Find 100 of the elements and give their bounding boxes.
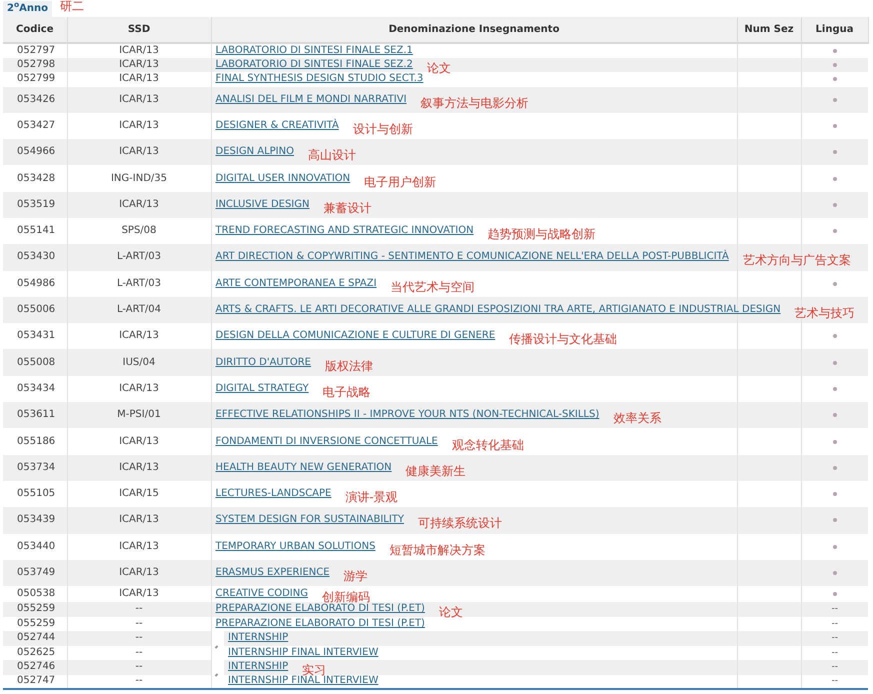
ssd-code: -- xyxy=(135,675,143,686)
course-link[interactable]: PREPARAZIONE ELABORATO DI TESI (P.ET) xyxy=(216,618,425,629)
course-link[interactable]: FONDAMENTI DI INVERSIONE CONCETTUALE xyxy=(216,436,438,446)
column-header: Denominazione Insegnamento xyxy=(388,24,560,34)
ssd-code: -- xyxy=(135,646,143,658)
ssd-code: ICAR/13 xyxy=(119,44,159,56)
ssd-code: ICAR/13 xyxy=(119,462,159,473)
ssd-code: -- xyxy=(135,632,143,644)
ssd-code: SPS/08 xyxy=(122,225,156,236)
annotation: 艺术方向与广告文案 xyxy=(742,255,851,268)
course-link[interactable]: LECTURES-LANDSCAPE xyxy=(216,488,332,500)
ssd-code: ING-IND/35 xyxy=(110,172,167,184)
course-code: 052625 xyxy=(17,646,56,658)
ssd-code: ICAR/13 xyxy=(119,566,159,578)
ssd-code: ICAR/13 xyxy=(119,382,159,394)
course-link[interactable]: DIGITAL STRATEGY xyxy=(216,382,309,394)
annotation: 高山设计 xyxy=(308,150,356,162)
course-code: 052744 xyxy=(17,632,56,644)
annotation: 效率关系 xyxy=(613,413,662,426)
course-link[interactable]: ARTS & CRAFTS. LE ARTI DECORATIVE ALLE GRANDI ESPOSIZIONI TRA ARTE, ARTIGIANATO E INDUSTRIAL DESIGN xyxy=(216,304,781,316)
course-link[interactable]: INTERNSHIP FINAL INTERVIEW xyxy=(228,675,378,686)
annotation: 游学 xyxy=(344,570,368,583)
course-link[interactable]: DIGITAL USER INNOVATION xyxy=(216,172,350,184)
course-link[interactable]: INCLUSIVE DESIGN xyxy=(216,198,310,210)
ssd-code: IUS/04 xyxy=(122,356,156,368)
annotation: 演讲-景观 xyxy=(345,492,398,504)
course-link[interactable]: SYSTEM DESIGN FOR SUSTAINABILITY xyxy=(216,514,404,526)
course-link[interactable]: LABORATORIO DI SINTESI FINALE SEZ.2 xyxy=(216,58,413,70)
course-link[interactable]: DIRITTO D'AUTORE xyxy=(216,356,311,368)
course-code: 053427 xyxy=(17,120,56,131)
course-link[interactable]: LABORATORIO DI SINTESI FINALE SEZ.1 xyxy=(216,44,413,56)
course-link[interactable]: CREATIVE CODING xyxy=(216,588,308,600)
course-link[interactable]: TREND FORECASTING AND STRATEGIC INNOVATION xyxy=(216,225,474,236)
annotation: 电子用户创新 xyxy=(364,176,436,189)
course-code: 055008 xyxy=(17,356,56,368)
ssd-code: ICAR/13 xyxy=(119,514,159,526)
course-code: 054966 xyxy=(17,146,56,158)
course-code: 053734 xyxy=(17,462,56,473)
course-code: 052798 xyxy=(17,58,56,70)
course-link[interactable]: ART DIRECTION & COPYWRITING - SENTIMENTO E COMUNICAZIONE NELL'ERA DELLA POST-PUBBLICITÀ xyxy=(216,251,729,262)
ssd-code: ICAR/13 xyxy=(119,330,159,342)
ssd-code: ICAR/13 xyxy=(119,436,159,446)
course-link[interactable]: TEMPORARY URBAN SOLUTIONS xyxy=(216,540,376,552)
course-code: 053440 xyxy=(17,540,56,552)
annotation: 研二 xyxy=(60,0,84,13)
ssd-code: ICAR/15 xyxy=(119,488,159,500)
course-code: 055141 xyxy=(17,225,56,236)
course-code: 050538 xyxy=(17,588,56,600)
course-code: 052746 xyxy=(17,661,56,672)
annotation: 版权法律 xyxy=(325,360,373,373)
course-code: 055259 xyxy=(17,618,56,629)
course-code: 053426 xyxy=(17,94,56,105)
ssd-code: ICAR/13 xyxy=(119,94,159,105)
course-link[interactable]: DESIGNER & CREATIVITÀ xyxy=(216,120,339,131)
course-code: 055259 xyxy=(17,603,56,614)
column-header: Num Sez xyxy=(744,24,794,34)
annotation: 趋势预测与战略创新 xyxy=(488,229,596,242)
language-text: -- xyxy=(832,633,838,644)
language-text: -- xyxy=(832,662,838,672)
course-code: 053749 xyxy=(17,566,56,578)
ssd-code: -- xyxy=(135,661,143,672)
annotation: 当代艺术与空间 xyxy=(390,282,475,294)
course-link[interactable]: DESIGN DELLA COMUNICAZIONE E CULTURE DI GENERE xyxy=(216,330,496,342)
course-link[interactable]: EFFECTIVE RELATIONSHIPS II - IMPROVE YOUR NTS (NON-TECHNICAL-SKILLS) xyxy=(216,409,600,420)
language-text: -- xyxy=(832,648,838,658)
annotation: 创新编码 xyxy=(322,592,370,604)
course-link[interactable]: PREPARAZIONE ELABORATO DI TESI (P.ET) xyxy=(216,603,425,614)
course-code: 053434 xyxy=(17,382,56,394)
course-code: 053519 xyxy=(17,198,56,210)
annotation: 健康美新生 xyxy=(406,466,466,478)
course-link[interactable]: HEALTH BEAUTY NEW GENERATION xyxy=(216,462,392,473)
course-link[interactable]: INTERNSHIP xyxy=(228,632,288,644)
course-link[interactable]: DESIGN ALPINO xyxy=(216,146,294,158)
ssd-code: L-ART/03 xyxy=(116,278,162,289)
course-code: 055006 xyxy=(17,304,56,316)
course-link[interactable]: ANALISI DEL FILM E MONDI NARRATIVI xyxy=(216,94,407,105)
course-link[interactable]: ARTE CONTEMPORANEA E SPAZI xyxy=(216,278,377,289)
ssd-code: ICAR/13 xyxy=(119,58,159,70)
annotation: 艺术与技巧 xyxy=(794,308,855,320)
course-code: 052797 xyxy=(17,44,56,56)
annotation: 兼蓄设计 xyxy=(323,202,372,215)
ssd-code: M-PSI/01 xyxy=(117,409,161,420)
course-code: 052799 xyxy=(17,73,56,84)
annotation: 设计与创新 xyxy=(352,124,413,136)
annotation: 论文 xyxy=(426,62,451,75)
ssd-code: ICAR/13 xyxy=(119,146,159,158)
column-header: SSD xyxy=(128,24,150,34)
annotation: 叙事方法与电影分析 xyxy=(420,98,529,110)
annotation: 可持续系统设计 xyxy=(418,518,502,530)
annotation: 传播设计与文化基础 xyxy=(509,334,618,346)
course-link[interactable]: ERASMUS EXPERIENCE xyxy=(216,566,330,578)
course-link[interactable]: INTERNSHIP xyxy=(228,661,288,672)
year-tab[interactable]: 2$^{o}$Anno xyxy=(3,1,52,17)
course-code: 053428 xyxy=(17,172,56,184)
course-link[interactable]: INTERNSHIP FINAL INTERVIEW xyxy=(228,646,378,658)
language-text: -- xyxy=(832,604,838,614)
course-code: 055186 xyxy=(17,436,56,446)
course-code: 055105 xyxy=(17,488,56,500)
course-link[interactable]: FINAL SYNTHESIS DESIGN STUDIO SECT.3 xyxy=(216,73,424,84)
ssd-code: ICAR/13 xyxy=(119,198,159,210)
